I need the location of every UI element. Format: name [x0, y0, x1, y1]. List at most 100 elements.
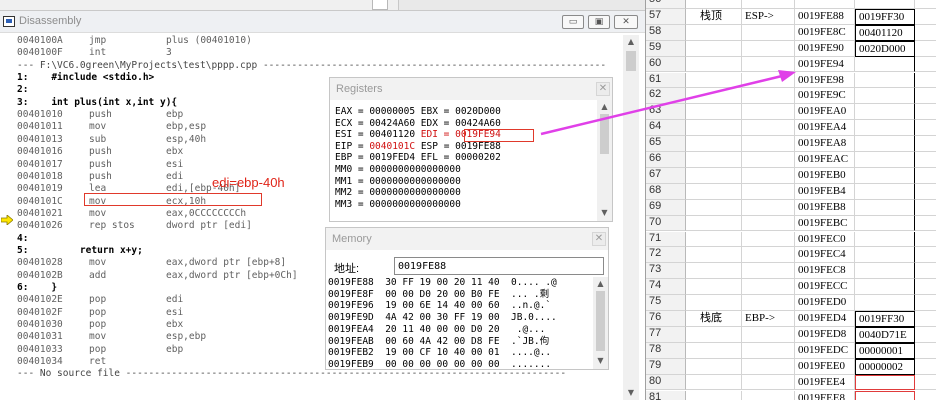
memory-scroll-thumb[interactable]: [596, 291, 605, 351]
maximize-button[interactable]: ▣: [588, 15, 610, 29]
sheet-cell[interactable]: [915, 263, 936, 280]
sheet-cell[interactable]: ESP->: [742, 8, 795, 25]
row-number[interactable]: 75: [646, 295, 686, 311]
sheet-cell[interactable]: 0019FF30: [855, 8, 915, 25]
sheet-cell[interactable]: [855, 152, 915, 168]
sheet-cell[interactable]: [855, 104, 915, 121]
sheet-cell[interactable]: 0019FECC: [795, 279, 855, 296]
sheet-cell[interactable]: [742, 326, 795, 343]
sheet-cell[interactable]: [915, 375, 936, 391]
sheet-cell[interactable]: [915, 279, 936, 296]
sheet-cell[interactable]: [742, 104, 795, 121]
sheet-cell[interactable]: [742, 199, 795, 216]
sheet-cell[interactable]: [742, 152, 795, 168]
sheet-cell[interactable]: [686, 326, 742, 343]
scroll-thumb[interactable]: [626, 51, 636, 71]
sheet-cell[interactable]: [915, 184, 936, 200]
registers-scroll-down-icon[interactable]: ▼: [597, 208, 612, 217]
sheet-cell[interactable]: [686, 374, 742, 391]
memory-scroll-down-icon[interactable]: ▼: [593, 356, 608, 365]
row-number[interactable]: 79: [646, 358, 686, 375]
sheet-cell[interactable]: [686, 183, 742, 200]
row-number[interactable]: 68: [646, 183, 686, 200]
sheet-cell[interactable]: 00401120: [855, 24, 915, 41]
sheet-cell[interactable]: [686, 104, 742, 121]
sheet-cell[interactable]: [742, 167, 795, 184]
sheet-cell[interactable]: [742, 247, 795, 264]
sheet-cell[interactable]: 0019FE9C: [795, 88, 855, 105]
sheet-cell[interactable]: [855, 390, 915, 400]
memory-close-icon[interactable]: ✕: [592, 232, 606, 246]
sheet-cell[interactable]: [742, 374, 795, 391]
sheet-cell[interactable]: [855, 295, 915, 311]
sheet-cell[interactable]: [686, 279, 742, 296]
sheet-cell[interactable]: 0019FEB8: [795, 199, 855, 216]
sheet-cell[interactable]: 00000002: [855, 358, 915, 375]
sheet-cell[interactable]: [855, 72, 915, 89]
sheet-cell[interactable]: [686, 24, 742, 41]
row-number[interactable]: 61: [646, 72, 686, 89]
sheet-cell[interactable]: [742, 56, 795, 73]
sheet-cell[interactable]: 0019FEDC: [795, 342, 855, 359]
sheet-cell[interactable]: [915, 0, 936, 9]
sheet-cell[interactable]: [855, 279, 915, 296]
registers-scroll-thumb[interactable]: [600, 114, 609, 154]
row-number[interactable]: 78: [646, 342, 686, 359]
row-number[interactable]: 56: [646, 0, 686, 9]
row-number[interactable]: 60: [646, 56, 686, 73]
sheet-cell[interactable]: [742, 136, 795, 152]
sheet-cell[interactable]: [742, 263, 795, 280]
sheet-cell[interactable]: 0019FEBC: [795, 215, 855, 232]
sheet-cell[interactable]: [686, 263, 742, 280]
memory-scroll-up-icon[interactable]: ▲: [593, 279, 608, 288]
sheet-cell[interactable]: [915, 152, 936, 168]
sheet-cell[interactable]: [686, 72, 742, 89]
sheet-cell[interactable]: [915, 104, 936, 121]
row-number[interactable]: 65: [646, 136, 686, 152]
sheet-cell[interactable]: [686, 120, 742, 137]
sheet-cell[interactable]: [686, 342, 742, 359]
sheet-cell[interactable]: [915, 311, 936, 327]
sheet-cell[interactable]: [915, 216, 936, 232]
sheet-cell[interactable]: [915, 41, 936, 57]
sheet-cell[interactable]: 0019FEC4: [795, 247, 855, 264]
sheet-cell[interactable]: [915, 200, 936, 216]
sheet-cell[interactable]: [915, 73, 936, 89]
sheet-cell[interactable]: 0020D000: [855, 40, 915, 57]
sheet-cell[interactable]: 0019FEA4: [795, 120, 855, 137]
sheet-cell[interactable]: [686, 247, 742, 264]
row-number[interactable]: 63: [646, 104, 686, 121]
sheet-cell[interactable]: [915, 295, 936, 311]
sheet-cell[interactable]: [742, 0, 795, 9]
sheet-cell[interactable]: 0019FF30: [855, 311, 915, 327]
sheet-cell[interactable]: [855, 183, 915, 200]
sheet-cell[interactable]: [686, 136, 742, 152]
registers-scroll-up-icon[interactable]: ▲: [597, 102, 612, 111]
row-number[interactable]: 76: [646, 311, 686, 327]
sheet-cell[interactable]: [855, 0, 915, 9]
row-number[interactable]: 66: [646, 152, 686, 168]
registers-close-icon[interactable]: ✕: [596, 82, 610, 96]
memory-address-input[interactable]: 0019FE88: [394, 257, 604, 275]
sheet-cell[interactable]: [686, 358, 742, 375]
sheet-cell[interactable]: [915, 168, 936, 184]
sheet-cell[interactable]: [742, 279, 795, 296]
sheet-cell[interactable]: [855, 88, 915, 105]
sheet-cell[interactable]: [855, 374, 915, 391]
sheet-cell[interactable]: 0019FEAC: [795, 152, 855, 168]
sheet-cell[interactable]: 0019FEB0: [795, 167, 855, 184]
row-number[interactable]: 74: [646, 279, 686, 296]
sheet-cell[interactable]: [915, 136, 936, 152]
sheet-cell[interactable]: [742, 72, 795, 89]
sheet-cell[interactable]: 0019FEE0: [795, 358, 855, 375]
sheet-cell[interactable]: [742, 342, 795, 359]
sheet-cell[interactable]: 0019FE8C: [795, 24, 855, 41]
row-number[interactable]: 57: [646, 8, 686, 25]
sheet-cell[interactable]: [915, 120, 936, 137]
sheet-cell[interactable]: 0019FEA8: [795, 136, 855, 152]
sheet-cell[interactable]: [742, 183, 795, 200]
sheet-cell[interactable]: [742, 40, 795, 57]
row-number[interactable]: 70: [646, 215, 686, 232]
sheet-cell[interactable]: 0019FE88: [795, 8, 855, 25]
sheet-cell[interactable]: [686, 56, 742, 73]
